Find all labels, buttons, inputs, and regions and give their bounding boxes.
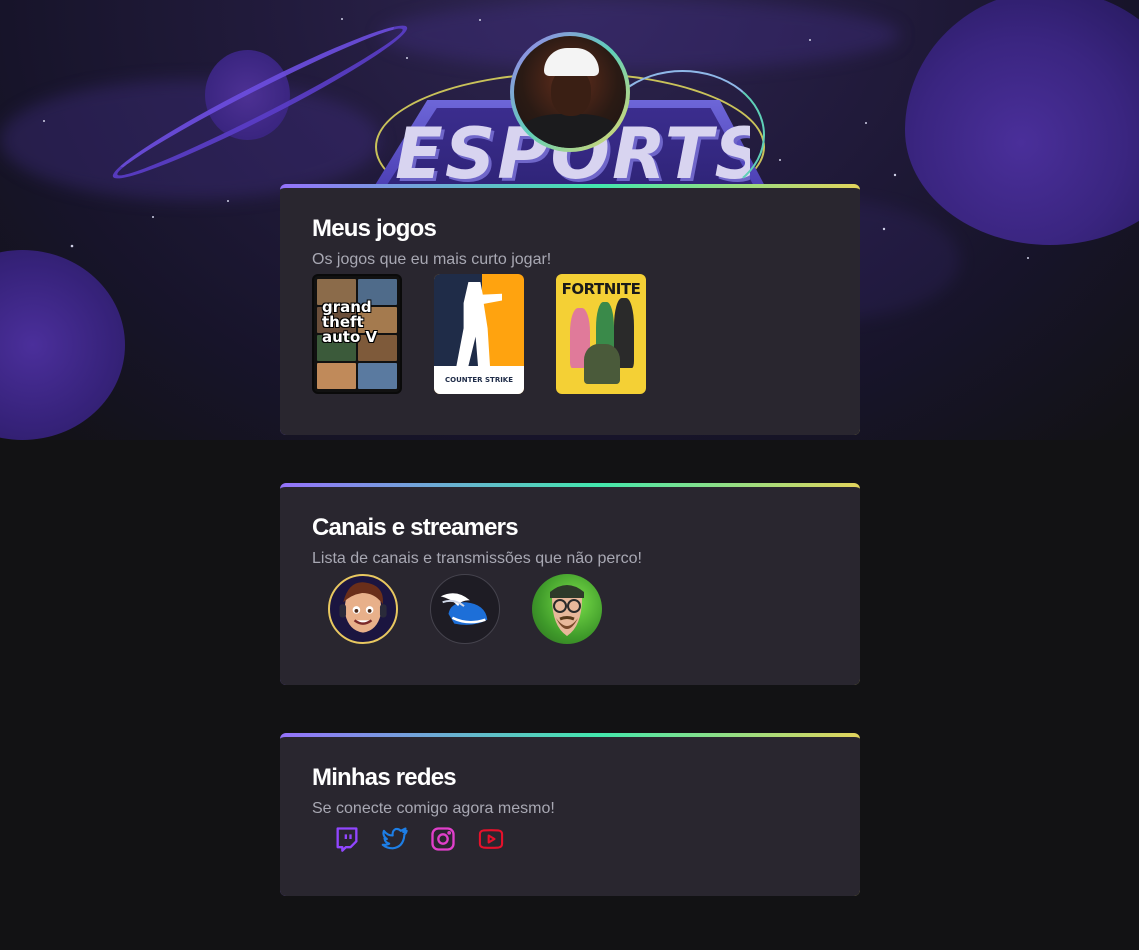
social-title: Minhas redes	[312, 764, 457, 791]
cs-cover-text: COUNTER STRIKE	[434, 366, 524, 394]
streamers-card: Canais e streamers Lista de canais e tra…	[280, 483, 860, 685]
streamer-avatar-2[interactable]	[430, 574, 500, 644]
winged-helmet-avatar-icon	[440, 593, 488, 625]
streamer-avatar-1[interactable]	[328, 574, 398, 644]
games-title: Meus jogos	[312, 215, 437, 242]
streamers-subtitle: Lista de canais e transmissões que não p…	[312, 550, 642, 567]
games-list: grand theft auto V COUNTER STRIKE FORTNITE	[312, 274, 828, 394]
streamers-list	[312, 574, 828, 644]
games-subtitle: Os jogos que eu mais curto jogar!	[312, 251, 552, 268]
twitch-link[interactable]	[332, 824, 362, 854]
game-cover-fortnite[interactable]: FORTNITE	[556, 274, 646, 394]
profile-avatar	[510, 32, 630, 152]
social-card: Minhas redes Se conecte comigo agora mes…	[280, 733, 860, 896]
fortnite-cover-text: FORTNITE	[561, 280, 641, 298]
twitter-link[interactable]	[380, 824, 410, 854]
gta-cover-text: grand theft auto V	[322, 298, 378, 346]
streamer-avatar-3[interactable]	[532, 574, 602, 644]
instagram-link[interactable]	[428, 824, 458, 854]
streamers-title: Canais e streamers	[312, 514, 519, 541]
social-subtitle: Se conecte comigo agora mesmo!	[312, 800, 555, 817]
youtube-link[interactable]	[476, 824, 506, 854]
twitter-icon	[381, 827, 408, 850]
avatar-image	[514, 36, 626, 148]
game-cover-counter-strike[interactable]: COUNTER STRIKE	[434, 274, 524, 394]
game-cover-gta[interactable]: grand theft auto V	[312, 274, 402, 394]
instagram-icon	[431, 827, 455, 851]
social-links	[312, 824, 828, 854]
gamer-headset-avatar-icon	[339, 582, 387, 633]
twitch-icon	[336, 827, 358, 852]
youtube-icon	[478, 829, 504, 849]
bearded-glasses-avatar-icon	[550, 585, 584, 636]
games-card: Meus jogos Os jogos que eu mais curto jo…	[280, 184, 860, 435]
